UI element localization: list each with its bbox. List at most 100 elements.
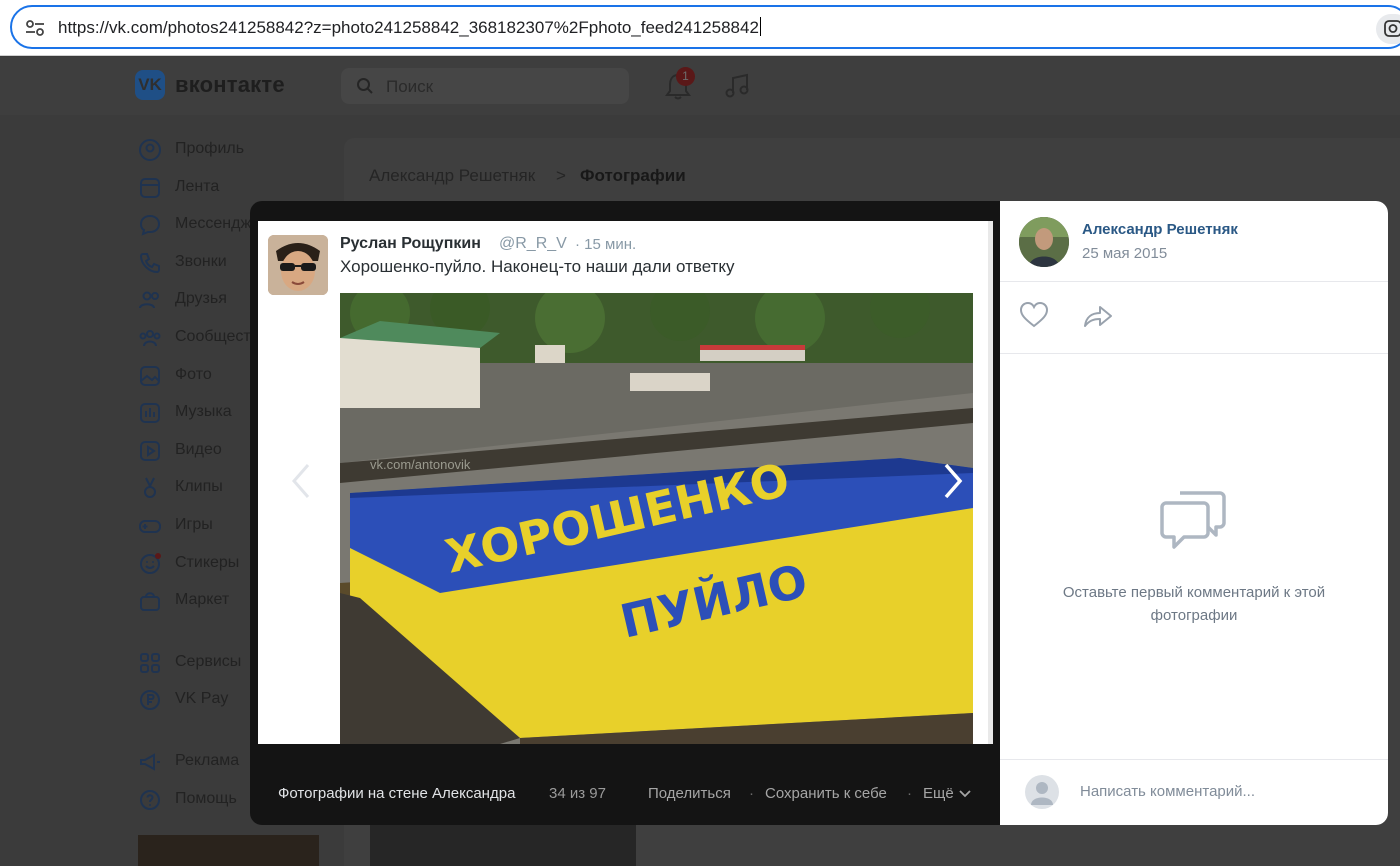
sidebar-item-profile[interactable]: Профиль bbox=[138, 132, 250, 170]
share-icon[interactable] bbox=[1082, 303, 1114, 329]
chevron-left-icon[interactable] bbox=[286, 461, 318, 501]
sidebar-item-label: Сервисы bbox=[175, 652, 242, 670]
tweet-author: Руслан Рощупкин bbox=[340, 235, 481, 252]
empty-comments-text: Оставьте первый комментарий к этой фотог… bbox=[1062, 584, 1326, 624]
photo[interactable]: Руслан Рощупкин @R_R_V · 15 мин. Хорошен… bbox=[258, 221, 993, 744]
music-icon[interactable] bbox=[722, 71, 752, 101]
sidebar-item-label: Друзья bbox=[175, 290, 227, 308]
clips-icon bbox=[144, 477, 156, 499]
heart-icon[interactable] bbox=[1019, 301, 1049, 329]
sidebar-item-label: Игры bbox=[175, 515, 213, 533]
address-bar[interactable]: https://vk.com/photos241258842?z=photo24… bbox=[10, 5, 1400, 49]
sidebar-item-label: Маркет bbox=[175, 591, 230, 609]
news-icon bbox=[140, 177, 160, 198]
sidebar-item-stickers[interactable]: Стикеры bbox=[138, 546, 250, 584]
phone-icon bbox=[139, 252, 160, 273]
image-edge bbox=[988, 221, 993, 744]
google-lens-icon[interactable] bbox=[1376, 14, 1400, 44]
viewer-footer: Фотографии на стене Александра 34 из 97 … bbox=[250, 744, 1000, 825]
gamepad-icon bbox=[139, 519, 161, 533]
chevron-right-icon: > bbox=[556, 166, 566, 185]
photo-counter: 34 из 97 bbox=[549, 785, 606, 802]
image-watermark: vk.com/antonovik bbox=[370, 457, 471, 472]
album-link[interactable]: Фотографии на стене Александра bbox=[278, 785, 515, 802]
breadcrumb-user[interactable]: Александр Решетняк bbox=[369, 166, 535, 186]
user-icon bbox=[139, 139, 161, 161]
sidebar-item-clips[interactable]: Клипы bbox=[138, 470, 250, 508]
left-sidebar: Профиль Лента Мессенджер Звонки Друзья С… bbox=[138, 132, 269, 820]
search-icon bbox=[357, 78, 373, 94]
notification-badge: 1 bbox=[676, 67, 695, 86]
author-name[interactable]: Александр Решетняк bbox=[1082, 221, 1238, 238]
chevron-right-icon[interactable] bbox=[936, 461, 968, 501]
sidebar-item-help[interactable]: Помощь bbox=[138, 782, 250, 820]
divider bbox=[1000, 281, 1388, 282]
message-icon bbox=[139, 215, 161, 236]
share-button[interactable]: Поделиться bbox=[648, 785, 731, 802]
sidebar-item-games[interactable]: Игры bbox=[138, 508, 250, 546]
sidebar-item-news[interactable]: Лента bbox=[138, 170, 250, 208]
tweet-avatar bbox=[268, 235, 328, 295]
sticker-icon bbox=[140, 552, 161, 574]
sidebar-divider bbox=[138, 621, 250, 645]
sidebar-item-label: VK Pay bbox=[175, 690, 229, 708]
sidebar-item-photos[interactable]: Фото bbox=[138, 358, 250, 396]
sidebar-item-music[interactable]: Музыка bbox=[138, 395, 250, 433]
photo-date[interactable]: 25 мая 2015 bbox=[1082, 245, 1167, 262]
sidebar-item-vkpay[interactable]: VK Pay bbox=[138, 682, 250, 720]
separator-dot: · bbox=[749, 785, 754, 802]
vk-logo-icon[interactable]: VK bbox=[135, 70, 165, 100]
sidebar-item-market[interactable]: Маркет bbox=[138, 583, 250, 621]
bag-icon bbox=[140, 592, 160, 612]
video-icon bbox=[140, 440, 160, 461]
megaphone-icon bbox=[140, 753, 160, 771]
sidebar-item-friends[interactable]: Друзья bbox=[138, 282, 250, 320]
promo-thumbnail[interactable] bbox=[138, 835, 319, 866]
photo-thumbnails[interactable] bbox=[370, 825, 636, 866]
comment-input[interactable]: Написать комментарий... bbox=[1080, 783, 1255, 800]
sidebar-item-calls[interactable]: Звонки bbox=[138, 245, 250, 283]
url-text[interactable]: https://vk.com/photos241258842?z=photo24… bbox=[58, 17, 761, 38]
more-button[interactable]: Ещё bbox=[923, 785, 954, 802]
sidebar-item-label: Клипы bbox=[175, 478, 223, 496]
vk-wordmark[interactable]: вконтакте bbox=[175, 72, 285, 98]
avatar bbox=[1025, 775, 1059, 809]
sidebar-item-groups[interactable]: Сообщества bbox=[138, 320, 268, 358]
vkpay-icon bbox=[140, 690, 160, 711]
divider bbox=[1000, 353, 1388, 354]
save-to-album-button[interactable]: Сохранить к себе bbox=[765, 785, 887, 802]
separator-dot: · bbox=[907, 785, 912, 802]
sidebar-item-label: Видео bbox=[175, 440, 222, 458]
browser-toolbar: https://vk.com/photos241258842?z=photo24… bbox=[0, 0, 1400, 56]
sidebar-item-label: Звонки bbox=[175, 252, 227, 270]
tweet-time: · 15 мин. bbox=[575, 236, 637, 253]
sidebar-item-label: Музыка bbox=[175, 403, 232, 421]
sidebar-item-label: Лента bbox=[175, 177, 220, 195]
photo-info-panel: Александр Решетняк 25 мая 2015 Оставьте … bbox=[1000, 201, 1388, 825]
vk-header: VK вконтакте Поиск 1 bbox=[0, 57, 1400, 115]
tweet-text: Хорошенко-пуйло. Наконец-то наши дали от… bbox=[340, 257, 735, 276]
search-input[interactable]: Поиск bbox=[341, 68, 629, 104]
sidebar-item-ads[interactable]: Реклама bbox=[138, 744, 250, 782]
chevron-down-icon bbox=[959, 790, 971, 798]
breadcrumb-current: Фотографии bbox=[580, 166, 686, 185]
sidebar-item-services[interactable]: Сервисы bbox=[138, 645, 250, 683]
sidebar-item-video[interactable]: Видео bbox=[138, 433, 250, 471]
friends-icon bbox=[139, 291, 159, 309]
groups-icon bbox=[139, 329, 161, 347]
avatar[interactable] bbox=[1019, 217, 1069, 267]
sidebar-item-label: Стикеры bbox=[175, 553, 240, 571]
sidebar-item-label: Профиль bbox=[175, 140, 245, 157]
sidebar-item-label: Фото bbox=[175, 365, 212, 383]
help-icon bbox=[140, 789, 160, 810]
music-icon bbox=[140, 403, 160, 424]
search-placeholder: Поиск bbox=[386, 77, 434, 96]
sidebar-item-messenger[interactable]: Мессенджер bbox=[138, 207, 269, 245]
sidebar-divider bbox=[138, 720, 250, 744]
tune-icon[interactable] bbox=[24, 17, 46, 39]
divider bbox=[1000, 759, 1388, 760]
sidebar-item-label: Реклама bbox=[175, 751, 240, 769]
photo-icon bbox=[140, 365, 160, 386]
tweet-handle: @R_R_V bbox=[499, 235, 567, 252]
photo-viewer: Руслан Рощупкин @R_R_V · 15 мин. Хорошен… bbox=[250, 201, 1388, 825]
